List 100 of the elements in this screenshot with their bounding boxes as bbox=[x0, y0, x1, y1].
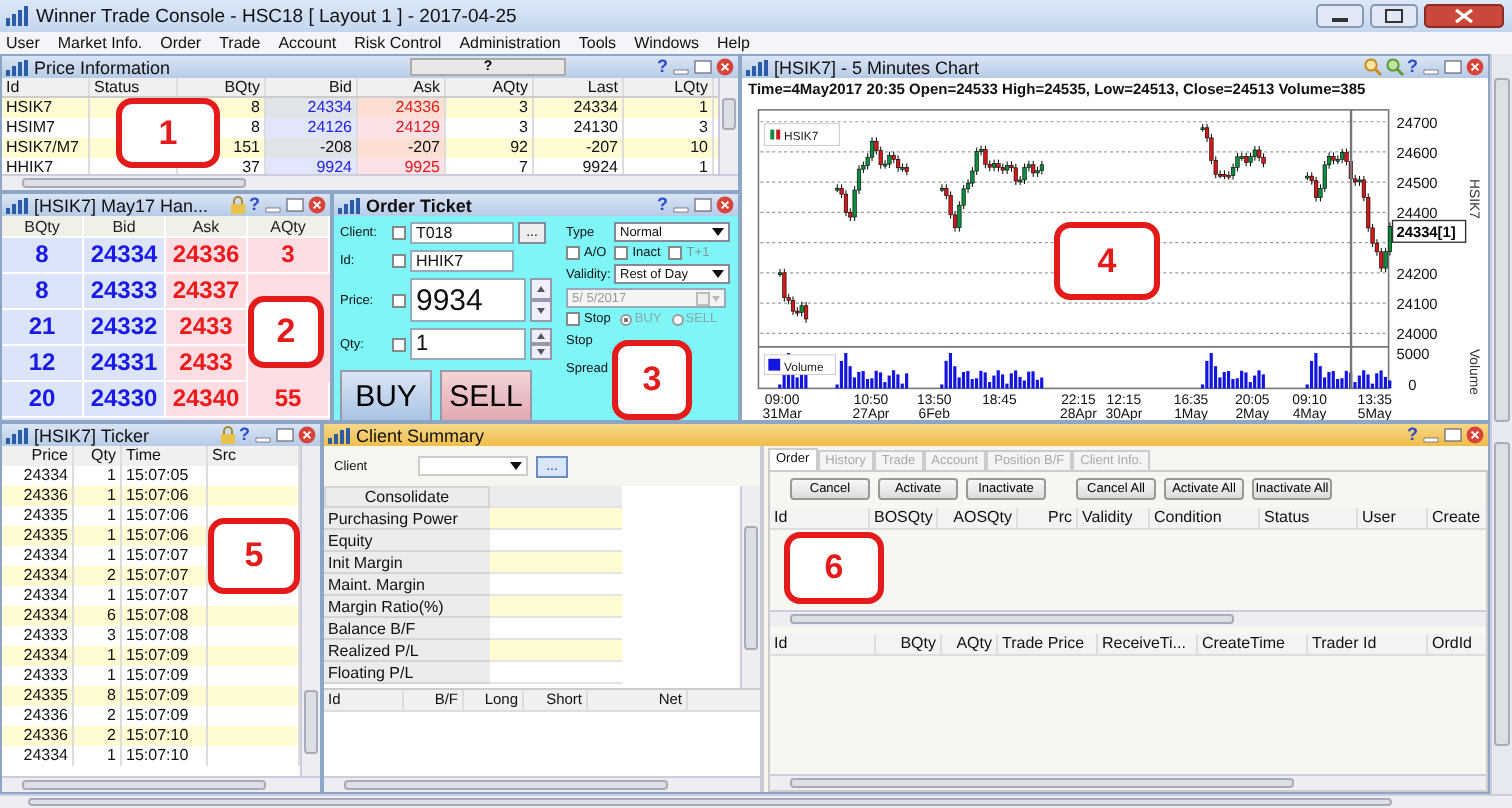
scrollbar[interactable] bbox=[0, 794, 1512, 808]
table-cell: 15:07:06 bbox=[122, 486, 208, 506]
column-header[interactable]: BOSQty bbox=[870, 508, 938, 528]
help-icon[interactable]: ? bbox=[1407, 426, 1418, 444]
menu-item[interactable]: Market Info. bbox=[57, 34, 143, 52]
scrollbar[interactable] bbox=[740, 486, 760, 688]
id-field[interactable]: HHIK7 bbox=[410, 250, 514, 272]
column-header[interactable]: Validity bbox=[1078, 508, 1150, 528]
menu-item[interactable]: Trade bbox=[219, 34, 261, 52]
bars-icon bbox=[746, 59, 770, 75]
table-cell: 1 bbox=[74, 646, 122, 666]
buy-button[interactable]: BUY bbox=[340, 370, 432, 420]
table-cell: HSIK7/M7 bbox=[2, 138, 90, 158]
scrollbar[interactable] bbox=[1490, 422, 1512, 794]
panel-title: Order Ticket bbox=[366, 195, 472, 215]
scrollbar[interactable] bbox=[1490, 54, 1512, 422]
row-label: Purchasing Power bbox=[324, 508, 490, 530]
scrollbar[interactable] bbox=[2, 174, 738, 190]
column-header[interactable]: Status bbox=[90, 78, 178, 96]
scrollbar[interactable] bbox=[718, 78, 738, 174]
column-header[interactable]: Ask bbox=[358, 78, 446, 96]
sell-button[interactable]: SELL bbox=[440, 370, 532, 420]
menu-item[interactable]: Account bbox=[278, 34, 337, 52]
menu-item[interactable]: Risk Control bbox=[354, 34, 442, 52]
column-header[interactable]: ReceiveTi... bbox=[1098, 634, 1198, 654]
help-icon[interactable]: ? bbox=[239, 426, 250, 444]
bars-icon bbox=[6, 197, 30, 213]
client-field[interactable]: T018 bbox=[410, 222, 514, 244]
help-icon[interactable]: ? bbox=[657, 58, 668, 76]
lock-icon[interactable] bbox=[229, 196, 245, 214]
column-header[interactable]: AQty bbox=[446, 78, 534, 96]
close-icon[interactable] bbox=[1466, 58, 1484, 76]
client-dropdown[interactable] bbox=[418, 456, 528, 476]
price-field[interactable]: 9934 bbox=[410, 278, 526, 322]
panel-title: [HSIK7] Ticker bbox=[34, 425, 150, 445]
menu-item[interactable]: Tools bbox=[578, 34, 617, 52]
column-header[interactable]: Qty bbox=[74, 446, 122, 466]
help-icon[interactable]: ? bbox=[657, 196, 668, 214]
spinner-icon[interactable] bbox=[530, 328, 552, 360]
zoom-icon[interactable] bbox=[1385, 58, 1403, 76]
close-icon[interactable] bbox=[1424, 4, 1504, 28]
lock-icon[interactable] bbox=[219, 426, 235, 444]
menu-item[interactable]: Help bbox=[717, 34, 750, 52]
checkbox[interactable] bbox=[392, 293, 406, 307]
value-cell bbox=[490, 640, 622, 662]
column-header[interactable]: Bid bbox=[266, 78, 358, 96]
caret-icon bbox=[712, 270, 724, 278]
minimize-icon[interactable] bbox=[1316, 4, 1364, 28]
column-header[interactable]: Trade Price bbox=[998, 634, 1098, 654]
column-header[interactable]: CreateTime bbox=[1198, 634, 1308, 654]
column-header[interactable]: Last bbox=[534, 78, 624, 96]
close-icon[interactable] bbox=[716, 196, 734, 214]
column-header[interactable]: Price bbox=[2, 446, 74, 466]
close-icon[interactable] bbox=[308, 196, 326, 214]
scrollbar[interactable] bbox=[300, 446, 320, 776]
column-header[interactable]: Id bbox=[770, 634, 876, 654]
help-icon[interactable]: ? bbox=[1407, 58, 1418, 76]
column-header[interactable]: Condition bbox=[1150, 508, 1260, 528]
table-cell: 1 bbox=[74, 526, 122, 546]
column-header[interactable]: LQty bbox=[624, 78, 714, 96]
table-cell: 15:07:09 bbox=[122, 646, 208, 666]
column-header[interactable]: AQty bbox=[942, 634, 998, 654]
menu-item[interactable]: Windows bbox=[634, 34, 700, 52]
column-header[interactable]: AOSQty bbox=[938, 508, 1018, 528]
qty-field[interactable]: 1 bbox=[410, 328, 526, 360]
column-header[interactable]: BQty bbox=[876, 634, 942, 654]
scrollbar[interactable] bbox=[2, 776, 320, 792]
column-header[interactable]: Status bbox=[1260, 508, 1358, 528]
scrollbar[interactable] bbox=[770, 610, 1486, 626]
close-icon[interactable] bbox=[716, 58, 734, 76]
window-title: Winner Trade Console - HSC18 [ Layout 1 ] - 2017-04-25 bbox=[36, 5, 517, 27]
column-header[interactable]: Id bbox=[770, 508, 870, 528]
row-label: Floating P/L bbox=[324, 662, 490, 684]
column-header[interactable]: Prc bbox=[1018, 508, 1078, 528]
checkbox[interactable] bbox=[392, 226, 406, 240]
menu-item[interactable]: User bbox=[6, 34, 40, 52]
checkbox[interactable] bbox=[392, 337, 406, 351]
spinner-icon[interactable] bbox=[530, 278, 552, 322]
app-icon bbox=[6, 6, 30, 26]
column-header[interactable]: Time bbox=[122, 446, 208, 466]
table-cell: 15:07:10 bbox=[122, 726, 208, 746]
close-icon[interactable] bbox=[298, 426, 316, 444]
column-header[interactable]: User bbox=[1358, 508, 1428, 528]
menu-item[interactable]: Administration bbox=[459, 34, 561, 52]
scrollbar[interactable] bbox=[770, 774, 1486, 790]
column-header[interactable]: Trader Id bbox=[1308, 634, 1428, 654]
column-header[interactable]: Id bbox=[2, 78, 90, 96]
column-header[interactable]: Consolidate bbox=[324, 486, 490, 508]
calendar-icon bbox=[696, 291, 720, 305]
column-header[interactable]: BQty bbox=[178, 78, 266, 96]
zoom-icon[interactable] bbox=[1363, 58, 1381, 76]
callout-badge: 6 bbox=[784, 532, 884, 604]
close-icon[interactable] bbox=[1466, 426, 1484, 444]
maximize-icon[interactable] bbox=[1370, 4, 1418, 28]
table-cell: 24334 bbox=[2, 646, 74, 666]
scrollbar[interactable] bbox=[324, 776, 760, 792]
menu-item[interactable]: Order bbox=[160, 34, 202, 52]
table-cell: 2433 bbox=[166, 346, 248, 382]
checkbox[interactable] bbox=[392, 254, 406, 268]
help-icon[interactable]: ? bbox=[249, 196, 260, 214]
